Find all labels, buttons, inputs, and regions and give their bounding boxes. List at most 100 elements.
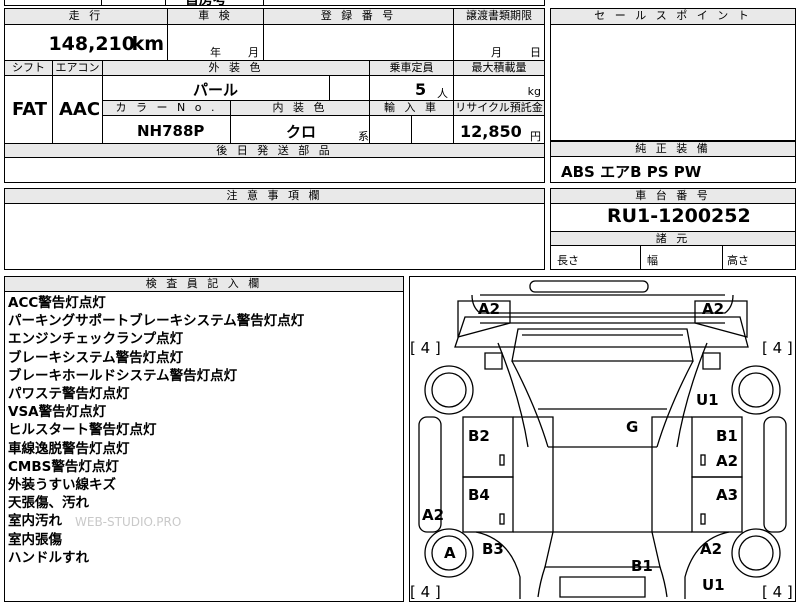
mark-rear-center: B1 xyxy=(631,557,653,575)
mark-door-right-front-1: B1 xyxy=(716,427,738,445)
aircon-header: エアコン xyxy=(53,61,103,76)
equipment-value: ABS エアB PS PW xyxy=(561,163,702,181)
inspector-note: CMBS警告灯点灯 xyxy=(8,458,119,475)
import-cell-a xyxy=(370,116,412,144)
inspector-note: VSA警告灯点灯 xyxy=(8,404,107,421)
inspector-note: エンジンチェックランプ点灯 xyxy=(8,331,184,348)
inspector-note: 外装うすい線キズ xyxy=(8,477,116,494)
shift-value: FAT xyxy=(12,99,48,120)
exterior-value: パール xyxy=(193,81,239,99)
mark-door-left-rear: B4 xyxy=(468,486,490,504)
inspector-note: パーキングサポートブレーキシステム警告灯点灯 xyxy=(8,313,305,330)
inspection-header: 車 検 xyxy=(168,9,264,25)
mark-quarter-right: A2 xyxy=(700,540,723,558)
mark-wheel-rear-left: A xyxy=(444,544,456,562)
dims-header: 諸 元 xyxy=(551,231,795,246)
mark-door-right-rear: A3 xyxy=(716,486,739,504)
inspection-cell: 年 月 xyxy=(168,25,264,61)
height-label: 高さ xyxy=(727,254,749,267)
inspector-note: ハンドルすれ xyxy=(8,549,89,566)
inspector-note: ブレーキホールドシステム警告灯点灯 xyxy=(8,367,238,384)
mileage-cell: 148,210 km xyxy=(5,25,168,61)
inspector-note: ACC警告灯点灯 xyxy=(8,295,106,311)
inspector-box: 検 査 員 記 入 欄 ACC警告灯点灯 パーキングサポートブレーキシステム警告… xyxy=(4,276,404,602)
vehicle-info-table: 走 行 車 検 登 録 番 号 譲渡書類期限 148,210 km 年 月 月 … xyxy=(4,8,545,183)
interior-header: 内 装 色 xyxy=(231,101,370,116)
width-label: 幅 xyxy=(647,254,658,267)
exterior-cell: パール xyxy=(103,76,330,101)
mark-quarter-left: B3 xyxy=(482,540,504,558)
top-cut-row: 首房考 xyxy=(4,0,545,8)
inspector-note: 車線逸脱警告灯点灯 xyxy=(8,440,130,457)
equipment-header: 純 正 装 備 xyxy=(551,142,795,157)
color-no-header: カ ラ ー N o . xyxy=(103,101,231,116)
transfer-day: 日 xyxy=(530,46,541,59)
color-no-cell: NH788P xyxy=(103,116,231,144)
maxload-unit: kg xyxy=(527,85,541,98)
color-no-value: NH788P xyxy=(137,122,205,140)
recycle-unit: 円 xyxy=(530,130,541,143)
inspector-note: 室内汚れ xyxy=(8,513,62,530)
mark-rear-right: U1 xyxy=(702,576,725,594)
mark-roof: G xyxy=(626,418,639,436)
length-cell: 長さ xyxy=(551,246,641,269)
sales-point-box: セ ー ル ス ポ イ ン ト xyxy=(550,8,796,141)
mileage-value: 148,210 xyxy=(48,33,135,55)
length-label: 長さ xyxy=(557,254,579,267)
transfer-cell: 月 日 xyxy=(454,25,544,61)
inspector-note: 室内張傷 xyxy=(8,531,62,548)
caution-header: 注 意 事 項 欄 xyxy=(5,189,544,204)
chassis-box: 車 台 番 号 RU1-1200252 諸 元 長さ 幅 高さ xyxy=(550,188,796,270)
inspector-note: パワステ警告灯点灯 xyxy=(8,386,130,403)
transfer-header: 譲渡書類期限 xyxy=(454,9,544,25)
inspection-year: 年 xyxy=(210,46,221,59)
capacity-unit: 人 xyxy=(437,87,448,100)
capacity-cell: 5 人 xyxy=(370,76,454,101)
exterior-header: 外 装 色 xyxy=(103,61,370,76)
later-parts-header: 後 日 発 送 部 品 xyxy=(5,144,544,158)
inspector-notes: ACC警告灯点灯 パーキングサポートブレーキシステム警告灯点灯 エンジンチェック… xyxy=(8,294,400,567)
capacity-header: 乗車定員 xyxy=(370,61,454,76)
mark-tire-fl: [ 4 ] xyxy=(410,339,441,357)
aircon-cell: AAC xyxy=(53,76,103,144)
import-cell-b xyxy=(412,116,454,144)
interior-cell: クロ 系 xyxy=(231,116,370,144)
equipment-box: 純 正 装 備 ABS エアB PS PW xyxy=(550,141,796,183)
registration-header: 登 録 番 号 xyxy=(264,9,454,25)
caution-box: 注 意 事 項 欄 xyxy=(4,188,545,270)
mark-door-left-front: B2 xyxy=(468,427,490,445)
mark-sill-left: A2 xyxy=(422,506,445,524)
recycle-header: リサイクル預託金 xyxy=(454,101,544,116)
maxload-cell: kg xyxy=(454,76,544,101)
inspector-note: 天張傷、汚れ xyxy=(8,495,89,512)
mileage-header: 走 行 xyxy=(5,9,168,25)
mark-front-left: A2 xyxy=(478,300,501,318)
recycle-value: 12,850 xyxy=(460,122,522,141)
mark-front-right: A2 xyxy=(702,300,725,318)
mark-fender-right: U1 xyxy=(696,391,719,409)
interior-suffix: 系 xyxy=(358,130,369,143)
shift-header: シフト xyxy=(5,61,53,76)
exterior-extra-cell xyxy=(330,76,370,101)
shift-cell: FAT xyxy=(5,76,53,144)
sales-point-header: セ ー ル ス ポ イ ン ト xyxy=(551,9,795,25)
interior-value: クロ xyxy=(286,123,317,141)
import-header: 輸 入 車 xyxy=(370,101,454,116)
registration-cell xyxy=(264,25,454,61)
inspector-header: 検 査 員 記 入 欄 xyxy=(5,277,403,292)
mark-tire-fr: [ 4 ] xyxy=(762,339,793,357)
capacity-value: 5 xyxy=(415,80,427,99)
mark-door-right-front-2: A2 xyxy=(716,452,739,470)
chassis-header: 車 台 番 号 xyxy=(551,189,795,204)
mileage-unit: km xyxy=(131,33,164,55)
recycle-cell: 12,850 円 xyxy=(454,116,544,144)
maxload-header: 最大積載量 xyxy=(454,61,544,76)
inspector-note: ヒルスタート警告灯点灯 xyxy=(8,422,157,439)
inspection-month: 月 xyxy=(248,46,259,59)
transfer-month: 月 xyxy=(491,46,502,59)
width-cell: 幅 xyxy=(641,246,723,269)
chassis-value: RU1-1200252 xyxy=(607,205,751,227)
watermark: WEB-STUDIO.PRO xyxy=(75,515,182,529)
inspector-note: ブレーキシステム警告灯点灯 xyxy=(8,349,184,366)
height-cell: 高さ xyxy=(723,246,795,269)
